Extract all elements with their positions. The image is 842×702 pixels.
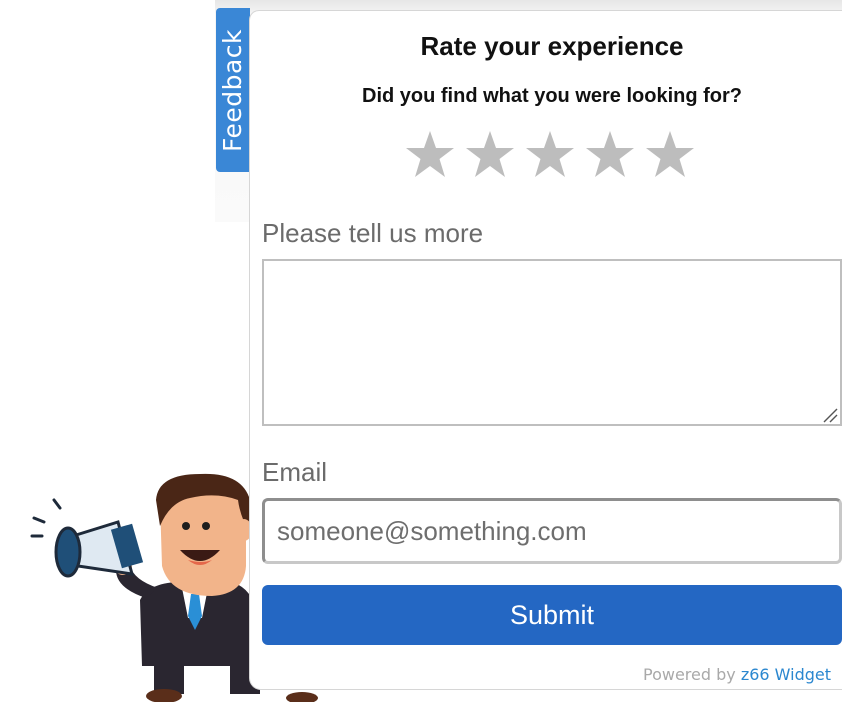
- star-icon-5[interactable]: [644, 129, 696, 181]
- form-title: Rate your experience: [420, 31, 684, 61]
- email-field[interactable]: [262, 498, 842, 564]
- star-icon-3[interactable]: [524, 129, 576, 181]
- star-icon-4[interactable]: [584, 129, 636, 181]
- brand-link[interactable]: z66 Widget: [741, 665, 831, 684]
- feedback-panel: Rate your experience Did you find what y…: [249, 10, 842, 690]
- rating-question: Did you find what you were looking for?: [362, 85, 742, 107]
- comment-textarea[interactable]: [262, 259, 842, 426]
- submit-button[interactable]: Submit: [262, 585, 842, 645]
- resize-handle-icon[interactable]: [822, 407, 838, 423]
- powered-by: Powered by z66 Widget: [643, 665, 831, 684]
- comment-label: Please tell us more: [262, 218, 484, 248]
- star-icon-2[interactable]: [464, 129, 516, 181]
- powered-by-prefix: Powered by: [642, 665, 736, 684]
- star-icon-1[interactable]: [404, 129, 456, 181]
- feedback-tab-label: Feedback: [218, 28, 248, 152]
- email-label: Email: [262, 457, 328, 487]
- star-rating: [404, 129, 696, 181]
- feedback-tab[interactable]: Feedback: [216, 8, 250, 172]
